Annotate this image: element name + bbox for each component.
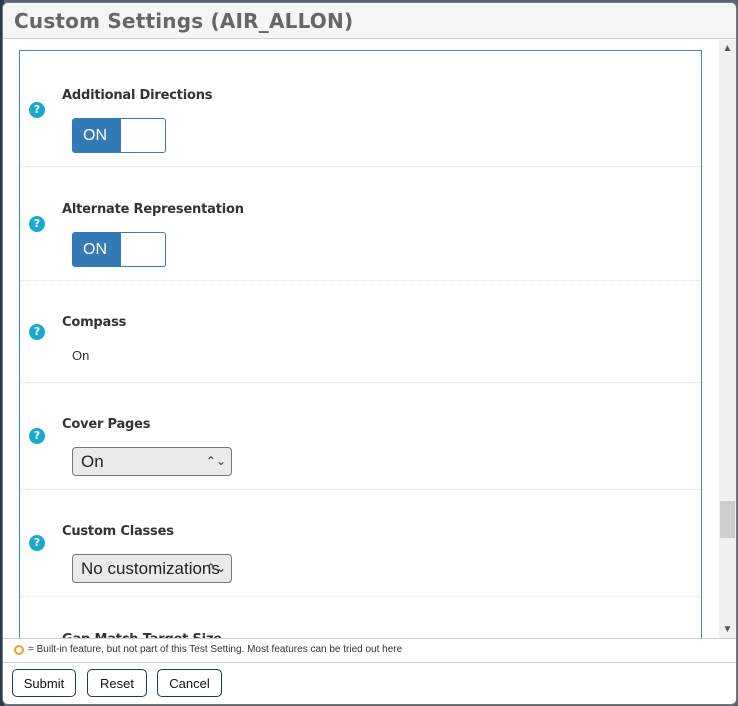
scroll-down-arrow-icon[interactable]: ▼ [719,621,736,638]
custom-classes-select[interactable]: No customizations ⌃⌄ [72,554,232,583]
select-value: On [81,452,104,471]
legend-text: = Built-in feature, but not part of this… [28,644,403,655]
setting-alternate-representation: ? Alternate Representation ON [20,167,701,281]
setting-custom-classes: ? Custom Classes No customizations ⌃⌄ [20,490,701,597]
setting-compass: ? Compass On [20,281,701,383]
select-value: No customizations [81,559,220,578]
toggle-knob [121,233,165,266]
reset-button[interactable]: Reset [87,669,147,697]
dialog-footer: Submit Reset Cancel [3,664,736,704]
setting-cover-pages: ? Cover Pages On ⌃⌄ [20,383,701,490]
custom-settings-dialog: Custom Settings (AIR_ALLON) ? Additional… [2,2,737,705]
dialog-titlebar: Custom Settings (AIR_ALLON) [3,3,736,39]
help-icon[interactable]: ? [29,535,45,551]
submit-button[interactable]: Submit [12,669,76,697]
select-arrows-icon: ⌃⌄ [205,561,226,575]
help-icon[interactable]: ? [29,428,45,444]
setting-label: Custom Classes [62,524,174,539]
additional-directions-toggle[interactable]: ON [72,118,166,153]
toggle-knob [121,119,165,152]
setting-label: Compass [62,315,127,330]
scrollbar-thumb[interactable] [720,501,735,538]
setting-label: Cover Pages [62,417,151,432]
setting-additional-directions: ? Additional Directions ON [20,51,701,167]
help-icon[interactable]: ? [29,216,45,232]
settings-panel: ? Additional Directions ON ? Alternate R… [19,50,702,638]
help-icon[interactable]: ? [29,324,45,340]
legend-bar: = Built-in feature, but not part of this… [3,638,736,663]
toggle-on-label: ON [73,233,121,266]
toggle-on-label: ON [73,119,121,152]
select-arrows-icon: ⌃⌄ [205,454,226,468]
dialog-title: Custom Settings (AIR_ALLON) [14,9,354,33]
setting-label: Additional Directions [62,88,213,103]
scroll-up-arrow-icon[interactable]: ▲ [719,40,736,57]
compass-value: On [72,348,90,363]
setting-gap-match-target-size: Gap Match Target Size [20,597,701,638]
settings-scroll-area: ? Additional Directions ON ? Alternate R… [3,40,719,638]
setting-label: Alternate Representation [62,202,244,217]
help-icon[interactable]: ? [29,102,45,118]
cover-pages-select[interactable]: On ⌃⌄ [72,447,232,476]
vertical-scrollbar[interactable]: ▲ ▼ [719,40,736,638]
built-in-feature-circle-icon [14,645,24,655]
cancel-button[interactable]: Cancel [157,669,222,697]
alternate-representation-toggle[interactable]: ON [72,232,166,267]
